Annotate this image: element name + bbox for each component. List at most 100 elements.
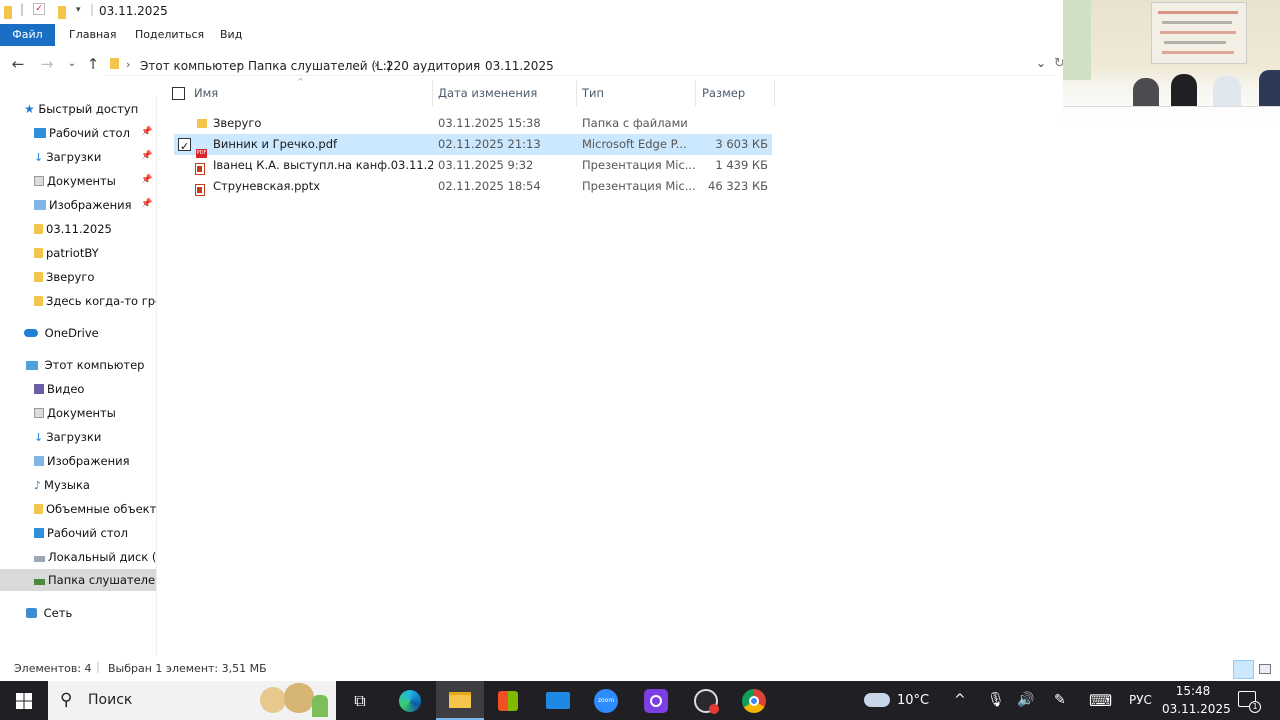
back-arrow-icon[interactable]: ← [8, 54, 28, 74]
large-icons-view-icon[interactable] [1259, 664, 1271, 674]
column-divider[interactable] [576, 80, 577, 106]
sidebar-item-this-pc[interactable]: Этот компьютер [26, 354, 144, 376]
sidebar-item-quick-access[interactable]: ★ Быстрый доступ [24, 98, 138, 120]
column-header-row: ^ Имя Дата изменения Тип Размер [160, 77, 780, 106]
tab-view[interactable]: Вид [208, 24, 254, 46]
chrome-button[interactable] [732, 681, 776, 720]
pen-icon[interactable]: ✎ [1054, 681, 1066, 720]
up-arrow-icon[interactable]: ↑ [83, 54, 103, 74]
column-header-size[interactable]: Размер [702, 86, 745, 100]
column-header-date[interactable]: Дата изменения [438, 86, 537, 100]
sidebar-item-3d-objects[interactable]: Объемные объекть [34, 498, 156, 520]
address-dropdown-chevron-icon[interactable]: ⌄ [1036, 56, 1046, 70]
folder-icon [34, 224, 43, 234]
sidebar-item-pc-downloads[interactable]: ↓ Загрузки [34, 426, 101, 448]
sidebar-item-label: Загрузки [46, 430, 102, 444]
file-row-selected[interactable]: ✓ PDF Винник и Гречко.pdf 02.11.2025 21:… [174, 134, 772, 158]
obs-button[interactable] [684, 681, 728, 720]
sidebar-item-downloads[interactable]: ↓ Загрузки [34, 146, 101, 168]
clock-date[interactable]: 03.11.2025 [1162, 702, 1231, 716]
cloud-weather-icon[interactable] [864, 693, 890, 707]
sidebar-item-label: Объемные объекть [46, 502, 156, 516]
pictures-icon [34, 456, 44, 466]
tab-file[interactable]: Файл [0, 24, 55, 46]
sidebar-item-pc-documents[interactable]: Документы [34, 402, 116, 424]
breadcrumb-this-pc[interactable]: Этот компьютер [140, 59, 244, 73]
windows-logo-icon [16, 692, 32, 709]
clock-time[interactable]: 15:48 [1164, 684, 1222, 698]
sidebar-item-label: Этот компьютер [44, 358, 145, 372]
input-language[interactable]: РУС [1129, 681, 1152, 720]
properties-icon[interactable]: ✓ [33, 3, 45, 15]
column-divider[interactable] [774, 80, 775, 106]
weather-temperature[interactable]: 10°C [897, 681, 929, 720]
sidebar-item-zverugo[interactable]: Зверуго [34, 266, 94, 288]
sidebar-item-folder-long-name[interactable]: Здесь когда-то грем [34, 290, 156, 312]
breadcrumb-separator: › [237, 58, 242, 71]
sidebar-item-drive-l[interactable]: Папка слушателей ( [0, 569, 156, 591]
sidebar-item-onedrive[interactable]: OneDrive [24, 322, 99, 344]
tab-share[interactable]: Поделиться [123, 24, 216, 46]
column-header-name[interactable]: Имя [194, 86, 218, 100]
edge-button[interactable] [388, 681, 432, 720]
download-arrow-icon: ↓ [34, 151, 44, 164]
participant-image [1259, 70, 1280, 108]
sidebar-item-patriotby[interactable]: patriotBY [34, 242, 99, 264]
breadcrumb-current-folder[interactable]: 03.11.2025 [485, 59, 554, 73]
touch-keyboard-icon[interactable]: ⌨ [1089, 681, 1112, 720]
sidebar-item-pc-desktop[interactable]: Рабочий стол [34, 522, 128, 544]
row-checkbox-checked[interactable]: ✓ [178, 138, 191, 153]
file-row[interactable]: Зверуго 03.11.2025 15:38 Папка с файлами [174, 113, 772, 134]
mail-button[interactable] [536, 681, 580, 720]
sidebar-item-label: Изображения [49, 198, 132, 212]
zoom-button[interactable]: zoom [584, 681, 628, 720]
taskbar: ⚲ Поиск ⧉ zoom 10°C ^ 🎙 🔊 ✎ ⌨ РУС 15:48 … [0, 681, 1280, 720]
show-hidden-icons-chevron-icon[interactable]: ^ [954, 681, 966, 720]
file-date: 02.11.2025 18:54 [438, 179, 541, 193]
sidebar-item-desktop[interactable]: Рабочий стол [34, 122, 130, 144]
sidebar-item-label: 03.11.2025 [46, 222, 112, 236]
file-type: Презентация Mic... [582, 179, 696, 193]
file-row[interactable]: Іванец К.А. выступл.на канф.03.11.20... … [174, 155, 772, 176]
sidebar-item-documents[interactable]: Документы [34, 170, 116, 192]
microphone-icon[interactable]: 🎙 [987, 681, 1005, 720]
column-header-type[interactable]: Тип [582, 86, 604, 100]
column-divider[interactable] [695, 80, 696, 106]
sidebar-item-music[interactable]: ♪ Музыка [34, 474, 90, 496]
sidebar-item-pc-pictures[interactable]: Изображения [34, 450, 130, 472]
search-icon: ⚲ [60, 690, 73, 710]
sidebar-item-videos[interactable]: Видео [34, 378, 84, 400]
breadcrumb-drive-l[interactable]: Папка слушателей (L:) [248, 59, 391, 73]
sidebar-item-local-disk-c[interactable]: Локальный диск (С: [34, 546, 156, 568]
pptx-icon [195, 180, 205, 201]
sidebar-item-label: Сеть [43, 606, 73, 620]
column-divider[interactable] [432, 80, 433, 106]
file-type: Microsoft Edge P... [582, 137, 687, 151]
forward-arrow-icon[interactable]: → [37, 54, 57, 74]
file-explorer-button[interactable] [436, 681, 484, 720]
pin-icon: 📌 [141, 175, 153, 185]
volume-icon[interactable]: 🔊 [1017, 681, 1034, 720]
recent-locations-chevron-icon[interactable]: ⌄ [62, 54, 82, 74]
sidebar-item-folder-03-11-2025[interactable]: 03.11.2025 [34, 218, 112, 240]
sidebar-item-network[interactable]: Сеть [26, 602, 72, 624]
start-button[interactable] [0, 681, 48, 720]
desktop-icon [34, 528, 44, 538]
address-field[interactable]: › Этот компьютер › Папка слушателей (L:)… [104, 52, 1054, 76]
sidebar-item-pictures[interactable]: Изображения [34, 194, 132, 216]
taskbar-search-box[interactable]: ⚲ Поиск [48, 681, 336, 720]
new-folder-icon[interactable] [58, 6, 66, 19]
store-button[interactable] [486, 681, 530, 720]
app-button[interactable] [634, 681, 678, 720]
task-view-icon: ⧉ [354, 690, 366, 710]
sidebar-item-label: Видео [47, 382, 85, 396]
divider: | [96, 660, 100, 673]
sidebar-item-label: Изображения [47, 454, 130, 468]
customize-quick-access-icon[interactable]: ▾ [76, 5, 81, 15]
tab-home[interactable]: Главная [57, 24, 129, 46]
file-row[interactable]: Струневская.pptx 02.11.2025 18:54 Презен… [174, 176, 772, 197]
task-view-button[interactable]: ⧉ [338, 681, 382, 720]
details-view-icon[interactable] [1233, 660, 1254, 679]
breadcrumb-room-220[interactable]: 220 аудитория [386, 59, 480, 73]
select-all-checkbox[interactable] [172, 87, 185, 100]
